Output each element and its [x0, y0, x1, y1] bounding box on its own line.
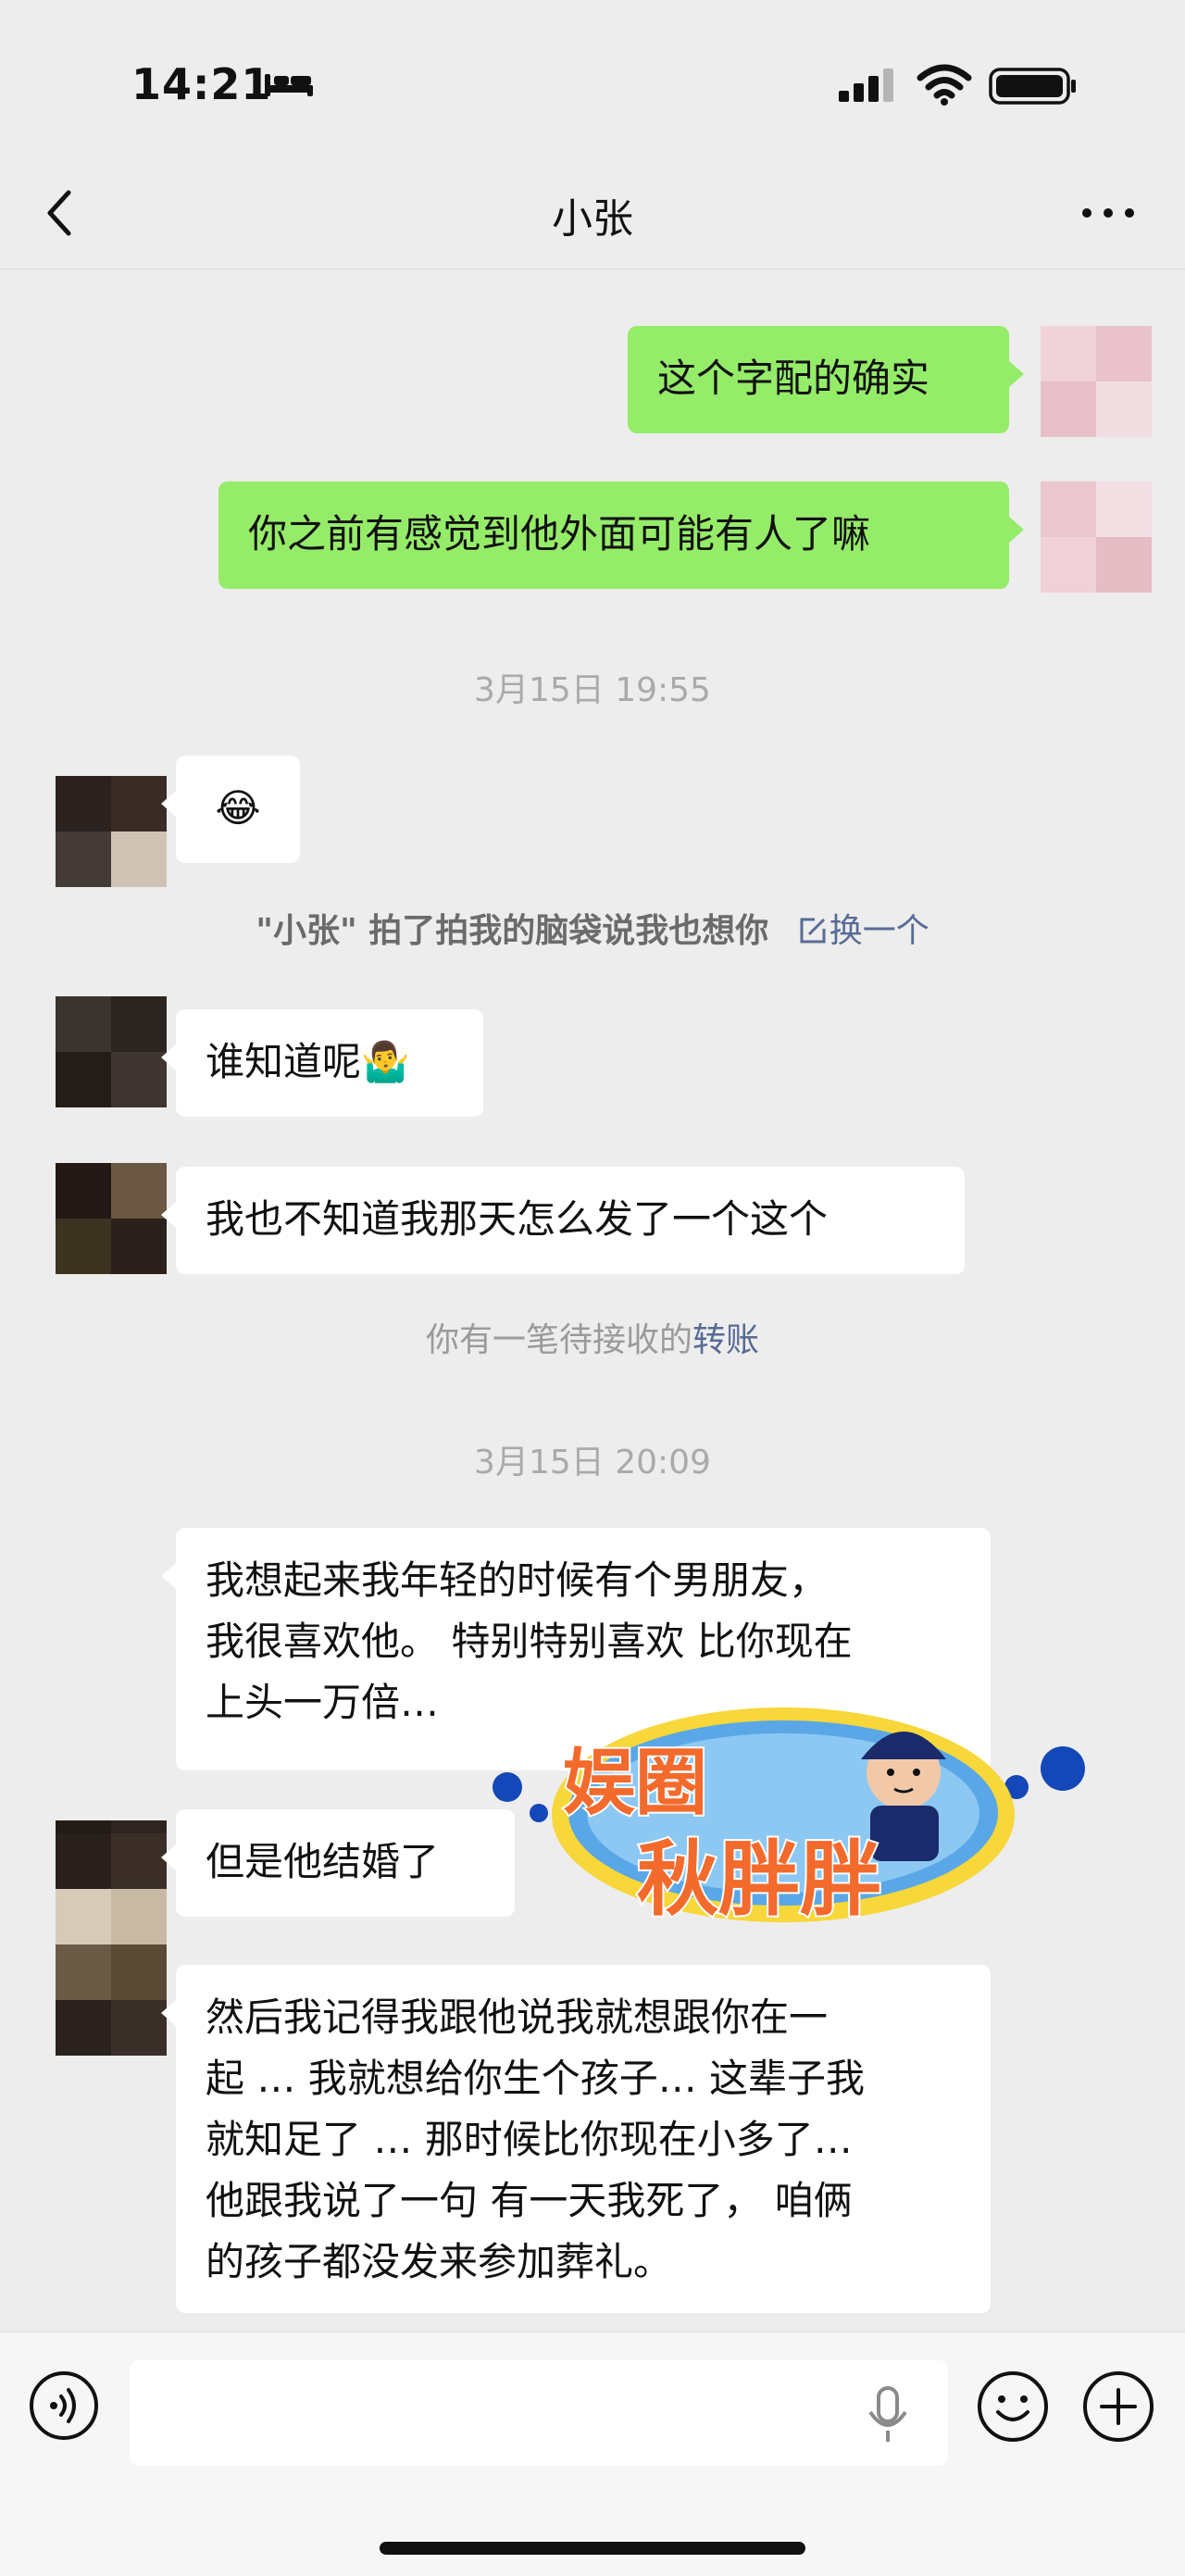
pat-system-message: "小张" 拍了拍我的脑袋说我也想你 换一个	[0, 904, 1185, 952]
more-icon[interactable]	[1076, 194, 1141, 231]
svg-text:秋胖胖: 秋胖胖	[637, 1832, 881, 1927]
transfer-link[interactable]: 转账	[692, 1321, 759, 1359]
timestamp: 3月15日 20:09	[474, 1444, 711, 1482]
message-input[interactable]	[130, 2360, 948, 2466]
plus-icon[interactable]	[1081, 2370, 1155, 2444]
change-pat-label: 换一个	[829, 912, 929, 950]
bed-icon	[265, 74, 313, 96]
mic-icon[interactable]	[865, 2384, 911, 2445]
wifi-icon	[917, 64, 972, 106]
message-bubble-incoming[interactable]: 然后我记得我跟他说我就想跟你在一 起 … 我就想给你生个孩子… 这辈子我 就知足…	[161, 1965, 991, 2313]
my-avatar[interactable]	[1041, 326, 1152, 437]
message-bubble-incoming[interactable]: 我也不知道我那天怎么发了一个这个	[161, 1167, 965, 1274]
my-avatar[interactable]	[1041, 481, 1152, 593]
status-bar: 14:21	[0, 0, 1185, 176]
message-bubble-incoming[interactable]: 谁知道呢🤷‍♂️	[161, 1009, 483, 1117]
battery-icon	[989, 68, 1076, 105]
message-bubble-outgoing[interactable]: 你之前有感觉到他外面可能有人了嘛	[218, 481, 1024, 589]
change-pat-button[interactable]: 换一个	[796, 912, 929, 950]
contact-avatar[interactable]	[56, 1833, 167, 2056]
nav-bar: 小张	[0, 157, 1185, 269]
svg-text:娱圈: 娱圈	[563, 1742, 707, 1825]
pat-text: "小张" 拍了拍我的脑袋说我也想你	[256, 912, 769, 950]
contact-avatar[interactable]	[56, 1163, 167, 1274]
contact-avatar[interactable]	[56, 996, 167, 1107]
home-indicator	[380, 2542, 805, 2555]
input-bar	[0, 2332, 1185, 2576]
edit-icon	[800, 918, 826, 944]
chat-title: 小张	[552, 195, 633, 243]
transfer-text: 你有一笔待接收的	[425, 1321, 692, 1359]
message-bubble-outgoing[interactable]: 这个字配的确实	[628, 326, 1024, 433]
watermark-logo: 娱圈 秋胖胖	[493, 1707, 1085, 1929]
message-bubble-incoming[interactable]: 但是他结婚了	[161, 1809, 515, 1917]
transfer-system-message: 你有一笔待接收的转账	[0, 1313, 1185, 1361]
timestamp: 3月15日 19:55	[474, 671, 711, 709]
signal-icon	[839, 69, 893, 102]
contact-avatar[interactable]	[56, 776, 167, 887]
status-time: 14:21	[131, 59, 272, 109]
emoji-icon[interactable]	[976, 2370, 1050, 2444]
message-bubble-incoming[interactable]: 😂	[161, 756, 300, 863]
chat-area[interactable]: 这个字配的确实 你之前有感觉到他外面可能有人了嘛 3月15日 19:55 😂 "…	[0, 269, 1185, 2332]
voice-icon[interactable]	[28, 2370, 100, 2442]
